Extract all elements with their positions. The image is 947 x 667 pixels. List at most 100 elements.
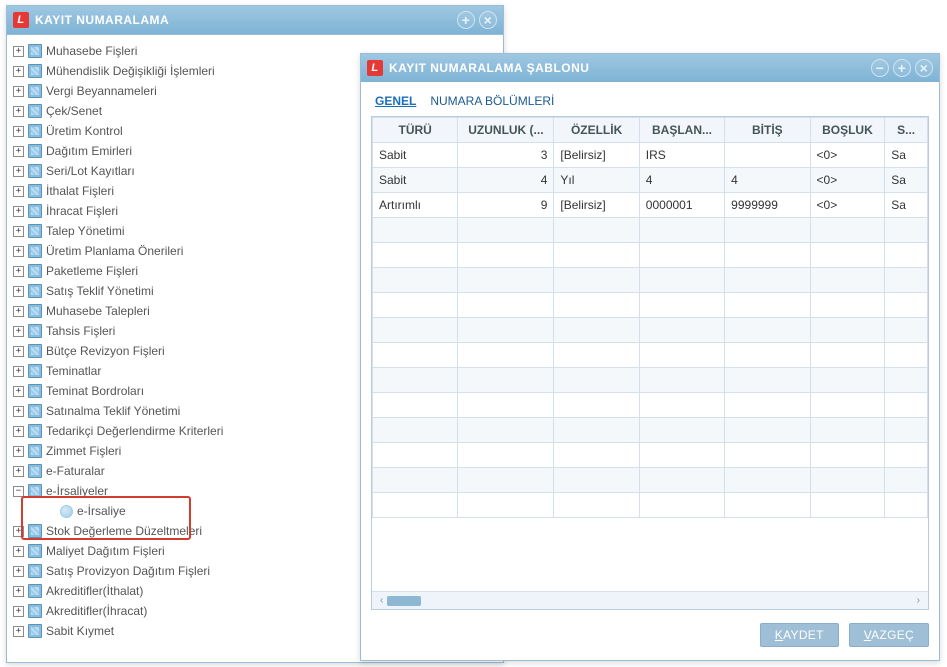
expand-icon[interactable]: + xyxy=(13,626,24,637)
grid-cell[interactable] xyxy=(885,468,928,493)
add-icon[interactable]: + xyxy=(457,11,475,29)
grid-cell[interactable] xyxy=(554,418,639,443)
grid-cell[interactable] xyxy=(554,343,639,368)
grid-cell[interactable] xyxy=(639,393,724,418)
grid-cell[interactable] xyxy=(725,268,810,293)
grid-cell[interactable] xyxy=(885,493,928,518)
grid-cell[interactable] xyxy=(639,293,724,318)
grid-cell[interactable] xyxy=(885,368,928,393)
scroll-track[interactable] xyxy=(387,596,912,606)
grid-cell[interactable] xyxy=(373,318,458,343)
grid-cell[interactable] xyxy=(458,343,554,368)
grid-cell[interactable] xyxy=(373,418,458,443)
column-header[interactable]: S... xyxy=(885,118,928,143)
grid-cell[interactable] xyxy=(725,493,810,518)
expand-icon[interactable]: + xyxy=(13,126,24,137)
grid-cell[interactable] xyxy=(458,393,554,418)
scroll-thumb[interactable] xyxy=(387,596,421,606)
table-row-empty[interactable] xyxy=(373,218,928,243)
grid-cell[interactable] xyxy=(639,243,724,268)
grid-cell[interactable]: 9 xyxy=(458,193,554,218)
grid-cell[interactable] xyxy=(810,443,885,468)
grid-cell[interactable] xyxy=(725,143,810,168)
close-icon[interactable]: × xyxy=(479,11,497,29)
expand-icon[interactable]: + xyxy=(13,606,24,617)
expand-icon[interactable]: + xyxy=(13,106,24,117)
grid-cell[interactable] xyxy=(554,443,639,468)
grid-cell[interactable] xyxy=(885,318,928,343)
grid-cell[interactable] xyxy=(810,218,885,243)
grid-cell[interactable] xyxy=(639,218,724,243)
grid-cell[interactable] xyxy=(810,268,885,293)
grid-cell[interactable]: [Belirsiz] xyxy=(554,143,639,168)
grid-cell[interactable] xyxy=(810,243,885,268)
tab-genel[interactable]: GENEL xyxy=(373,92,418,110)
table-row-empty[interactable] xyxy=(373,493,928,518)
expand-icon[interactable]: + xyxy=(13,406,24,417)
expand-icon[interactable]: + xyxy=(13,86,24,97)
grid-cell[interactable] xyxy=(458,468,554,493)
grid-cell[interactable]: 4 xyxy=(725,168,810,193)
grid-cell[interactable]: <0> xyxy=(810,143,885,168)
scroll-left-icon[interactable]: ‹ xyxy=(376,595,387,606)
table-row-empty[interactable] xyxy=(373,468,928,493)
grid-cell[interactable] xyxy=(725,368,810,393)
grid-cell[interactable] xyxy=(554,293,639,318)
table-row-empty[interactable] xyxy=(373,418,928,443)
expand-icon[interactable]: + xyxy=(13,586,24,597)
grid-cell[interactable] xyxy=(885,443,928,468)
minimize-icon[interactable]: − xyxy=(871,59,889,77)
grid-cell[interactable] xyxy=(373,343,458,368)
grid-cell[interactable] xyxy=(725,393,810,418)
grid-cell[interactable] xyxy=(639,343,724,368)
table-row[interactable]: Artırımlı9[Belirsiz]00000019999999<0>Sa xyxy=(373,193,928,218)
column-header[interactable]: TÜRÜ xyxy=(373,118,458,143)
grid-cell[interactable] xyxy=(554,368,639,393)
grid-cell[interactable]: Sabit xyxy=(373,143,458,168)
expand-icon[interactable]: + xyxy=(13,146,24,157)
grid-cell[interactable] xyxy=(810,493,885,518)
expand-icon[interactable]: + xyxy=(13,426,24,437)
grid-cell[interactable] xyxy=(458,418,554,443)
grid-cell[interactable] xyxy=(810,343,885,368)
grid-cell[interactable] xyxy=(458,493,554,518)
grid-cell[interactable]: Sa xyxy=(885,168,928,193)
grid-cell[interactable] xyxy=(373,293,458,318)
add-icon[interactable]: + xyxy=(893,59,911,77)
grid-cell[interactable] xyxy=(725,468,810,493)
grid-cell[interactable] xyxy=(554,318,639,343)
grid-cell[interactable]: <0> xyxy=(810,168,885,193)
grid-cell[interactable] xyxy=(639,418,724,443)
expand-icon[interactable]: + xyxy=(13,386,24,397)
column-header[interactable]: BİTİŞ xyxy=(725,118,810,143)
grid-cell[interactable]: 9999999 xyxy=(725,193,810,218)
grid-cell[interactable] xyxy=(810,418,885,443)
expand-icon[interactable]: + xyxy=(13,266,24,277)
grid-cell[interactable] xyxy=(639,268,724,293)
expand-icon[interactable]: + xyxy=(13,206,24,217)
grid-cell[interactable] xyxy=(373,243,458,268)
table-row-empty[interactable] xyxy=(373,243,928,268)
grid-cell[interactable]: Sabit xyxy=(373,168,458,193)
grid-cell[interactable] xyxy=(725,418,810,443)
column-header[interactable]: UZUNLUK (... xyxy=(458,118,554,143)
expand-icon[interactable]: + xyxy=(13,286,24,297)
grid-cell[interactable]: 4 xyxy=(639,168,724,193)
expand-icon[interactable]: + xyxy=(13,306,24,317)
grid-cell[interactable] xyxy=(458,243,554,268)
scroll-right-icon[interactable]: › xyxy=(913,595,924,606)
grid-cell[interactable] xyxy=(810,368,885,393)
grid-cell[interactable] xyxy=(885,343,928,368)
grid-cell[interactable] xyxy=(554,468,639,493)
grid-cell[interactable] xyxy=(373,393,458,418)
grid-cell[interactable] xyxy=(458,368,554,393)
grid-cell[interactable] xyxy=(639,443,724,468)
grid-cell[interactable]: 4 xyxy=(458,168,554,193)
column-header[interactable]: ÖZELLİK xyxy=(554,118,639,143)
grid-cell[interactable]: 0000001 xyxy=(639,193,724,218)
grid-cell[interactable] xyxy=(554,243,639,268)
expand-icon[interactable]: + xyxy=(13,566,24,577)
grid-cell[interactable] xyxy=(639,493,724,518)
grid-cell[interactable] xyxy=(373,268,458,293)
grid-cell[interactable] xyxy=(725,293,810,318)
